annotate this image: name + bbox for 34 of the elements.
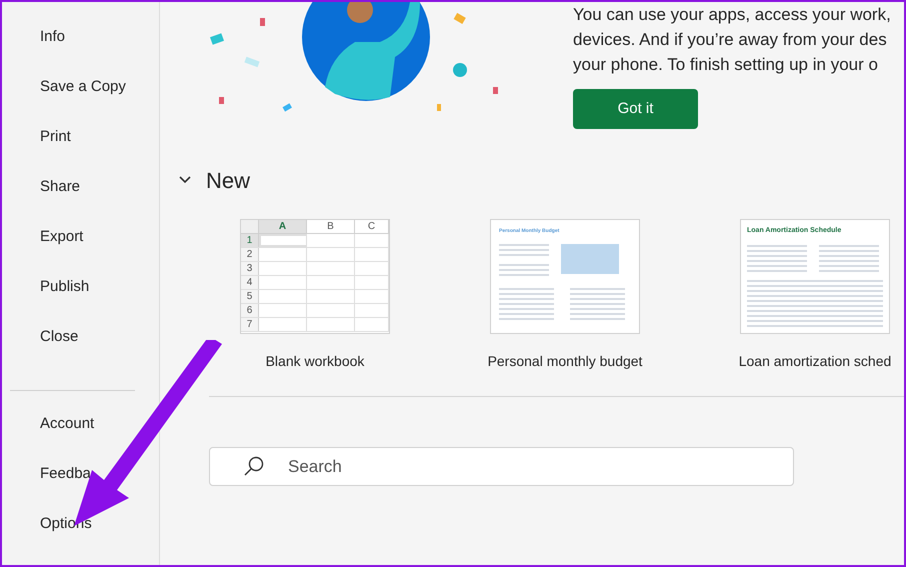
template-label[interactable]: Blank workbook: [266, 351, 364, 372]
summary-block: [561, 244, 619, 274]
banner-text-line: your phone. To finish setting up in your o: [573, 54, 879, 76]
sidebar-item[interactable]: Account: [2, 413, 159, 463]
row-header: 1: [241, 234, 259, 247]
sidebar-item[interactable]: Feedba: [2, 463, 159, 513]
row-header: 3: [241, 262, 259, 275]
column-header: A: [259, 220, 307, 233]
corner-cell: [241, 220, 259, 233]
template-label[interactable]: Loan amortization sched: [738, 351, 892, 372]
column-header: C: [355, 220, 389, 233]
blank-workbook-thumbnail[interactable]: A B C 1 2 3 4 5 6 7: [240, 219, 390, 334]
search-field[interactable]: Search: [209, 447, 794, 486]
column-header: B: [307, 220, 355, 233]
sidebar-item[interactable]: Publish: [2, 276, 159, 326]
sidebar-item[interactable]: Info: [2, 26, 159, 76]
row-header: 4: [241, 276, 259, 289]
chevron-icon[interactable]: [178, 175, 192, 185]
row-header: 2: [241, 248, 259, 261]
row-header: 5: [241, 290, 259, 303]
sidebar-item[interactable]: Close: [2, 326, 159, 376]
banner-text-line: You can use your apps, access your work,: [573, 4, 891, 26]
row-header: 6: [241, 304, 259, 317]
template-label[interactable]: Personal monthly budget: [488, 351, 642, 372]
search-icon: [243, 455, 265, 477]
sidebar-item[interactable]: Share: [2, 176, 159, 226]
section-title: New: [206, 166, 250, 194]
sidebar-item[interactable]: Print: [2, 126, 159, 176]
row-header: 7: [241, 318, 259, 331]
grid-cell: [259, 234, 307, 247]
banner-text-line: devices. And if you’re away from your des: [573, 29, 888, 51]
sidebar-item[interactable]: Export: [2, 226, 159, 276]
sidebar-item[interactable]: Save a Copy: [2, 76, 159, 126]
got-it-button[interactable]: Got it: [573, 89, 698, 129]
